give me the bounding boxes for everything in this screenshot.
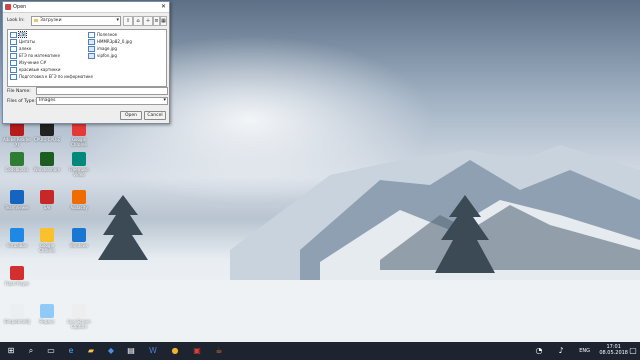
file-name-input[interactable] xyxy=(36,87,168,95)
desktop-icon[interactable]: Audacity xyxy=(64,190,94,210)
list-item[interactable]: Цитаты xyxy=(10,39,35,45)
chrome-icon[interactable]: ● xyxy=(170,346,180,356)
edge-icon[interactable]: e xyxy=(66,346,76,356)
list-item[interactable]: красивые картинки xyxy=(10,67,60,73)
file-list[interactable]: CSI Цитаты алеке ЕГЭ по математике Изуче… xyxy=(7,29,167,87)
word-icon[interactable]: W xyxy=(148,346,158,356)
desktop-icon[interactable]: Codeblocks xyxy=(2,152,32,172)
list-item[interactable]: CSI xyxy=(10,31,27,38)
list-item[interactable]: ЕГЭ по математике xyxy=(10,53,60,59)
file-type-dropdown[interactable]: Images ▾ xyxy=(36,97,168,105)
app-icon xyxy=(10,304,24,318)
clock[interactable]: 17:01 08.05.2018 xyxy=(599,344,628,356)
list-item[interactable]: HMMR3p82_0.jpg xyxy=(88,39,132,45)
dialog-title: Open xyxy=(13,4,27,10)
list-item[interactable]: Подготовка к ЕГЭ по информатике xyxy=(10,74,93,80)
app-icon xyxy=(10,190,24,204)
list-item[interactable]: vipfon.jpg xyxy=(88,53,117,59)
clock-date: 08.05.2018 xyxy=(599,350,628,356)
desktop-icon[interactable]: SimpleIntelliJ xyxy=(2,304,32,324)
desktop-icon[interactable]: Яндекс xyxy=(32,304,62,324)
desktop-icon[interactable]: Adobe Reader XI xyxy=(2,122,32,147)
list-item[interactable]: алеке xyxy=(10,46,31,52)
folder-icon xyxy=(10,67,17,73)
app-icon xyxy=(72,152,86,166)
desktop-icon[interactable]: SAI xyxy=(32,190,62,210)
app-icon xyxy=(40,228,54,242)
chevron-down-icon: ▾ xyxy=(163,97,166,103)
app-icon xyxy=(10,266,24,280)
open-button[interactable]: Open xyxy=(120,111,142,120)
folder-icon xyxy=(88,32,95,38)
app-icon xyxy=(72,304,86,318)
list-item[interactable]: Изучение C# xyxy=(10,60,46,66)
desktop-icon[interactable]: CPUID CPU-Z xyxy=(32,122,62,142)
app-icon xyxy=(10,122,24,136)
desktop-icon[interactable]: VirtualBox xyxy=(2,228,32,248)
home-button[interactable]: ⌂ xyxy=(133,16,143,26)
desktop-icon[interactable]: Flash Player xyxy=(2,266,32,286)
image-file-icon xyxy=(88,53,95,59)
windows-start-icon[interactable]: ⊞ xyxy=(6,346,16,356)
desktop-icon[interactable]: Freemake Video xyxy=(64,152,94,177)
dialog-titlebar[interactable]: Open ✕ xyxy=(3,2,169,13)
app-icon xyxy=(40,190,54,204)
cancel-button[interactable]: Cancel xyxy=(144,111,166,120)
folder-icon xyxy=(10,39,17,45)
app-icon xyxy=(72,122,86,136)
taskbar: ⊞ ⌕ ▭ e ▰ ◆ ▤ W ● ▣ ☕ ◔ ♪ ENG 17:01 08.0… xyxy=(0,342,640,360)
folder-icon xyxy=(10,46,17,52)
app-icon xyxy=(40,152,54,166)
app-icon xyxy=(72,190,86,204)
look-in-label: Look In: xyxy=(7,18,25,23)
desktop-icon[interactable]: Google Chrome xyxy=(32,228,62,253)
java-icon[interactable]: ☕ xyxy=(214,346,224,356)
app-icon xyxy=(10,228,24,242)
desktop-icon[interactable]: Live Screen Capture xyxy=(64,304,94,329)
close-icon[interactable]: ✕ xyxy=(161,3,166,10)
image-file-icon xyxy=(88,46,95,52)
folder-icon xyxy=(10,32,17,38)
app-icon xyxy=(10,152,24,166)
app-icon xyxy=(40,304,54,318)
volume-icon[interactable]: ♪ xyxy=(556,346,566,356)
image-file-icon xyxy=(88,39,95,45)
app-icon xyxy=(72,228,86,242)
chevron-down-icon: ▾ xyxy=(116,17,119,23)
desktop-icon[interactable]: Wondershare xyxy=(32,152,62,172)
app-icon[interactable]: ▣ xyxy=(192,346,202,356)
search-icon[interactable]: ⌕ xyxy=(26,346,36,356)
folder-icon xyxy=(34,19,38,22)
folder-icon xyxy=(10,53,17,59)
file-name-label: File Name: xyxy=(7,89,31,94)
desktop-icon[interactable]: Google Chrome xyxy=(64,122,94,147)
details-view-button[interactable]: ▦ xyxy=(160,16,167,26)
task-view-icon[interactable]: ▭ xyxy=(46,346,56,356)
java-app-icon xyxy=(5,4,11,10)
network-icon[interactable]: ◔ xyxy=(534,346,544,356)
desktop-icon[interactable]: Windows xyxy=(64,228,94,248)
file-type-label: Files of Type: xyxy=(7,99,36,104)
list-item[interactable]: image.jpg xyxy=(88,46,117,52)
pine-tree-left xyxy=(98,195,148,260)
folder-icon xyxy=(10,60,17,66)
pine-tree-right xyxy=(435,195,495,273)
store-icon[interactable]: ▤ xyxy=(126,346,136,356)
list-item[interactable]: Полезное xyxy=(88,32,117,38)
notification-icon[interactable]: ▢ xyxy=(628,346,638,356)
list-view-button[interactable]: ≡ xyxy=(153,16,160,26)
dropbox-icon[interactable]: ◆ xyxy=(106,346,116,356)
language-indicator[interactable]: ENG xyxy=(579,348,590,354)
folder-icon xyxy=(10,74,17,80)
look-in-value: Загрузки xyxy=(40,18,62,23)
look-in-dropdown[interactable]: Загрузки ▾ xyxy=(31,16,121,26)
file-explorer-icon[interactable]: ▰ xyxy=(86,346,96,356)
desktop-icon[interactable]: TeamViewer xyxy=(2,190,32,210)
up-folder-button[interactable]: ⇧ xyxy=(123,16,133,26)
app-icon xyxy=(40,122,54,136)
open-file-dialog: Open ✕ Look In: Загрузки ▾ ⇧ ⌂ ＋ ≡ ▦ CSI… xyxy=(2,1,170,124)
new-folder-button[interactable]: ＋ xyxy=(143,16,153,26)
file-type-value: Images xyxy=(39,98,56,103)
